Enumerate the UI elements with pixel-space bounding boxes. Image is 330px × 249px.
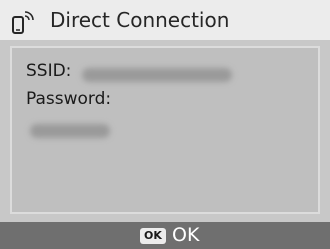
connection-details-panel: SSID: Password: xyxy=(10,46,320,214)
ssid-label: SSID: xyxy=(26,61,72,81)
smartphone-signal-icon xyxy=(10,10,36,36)
ok-button[interactable]: OK xyxy=(172,223,199,247)
screen-title: Direct Connection xyxy=(50,8,230,32)
footer-bar: OK OK xyxy=(0,222,330,249)
ok-key-icon: OK xyxy=(140,228,166,244)
password-value-redacted xyxy=(30,124,110,138)
password-label: Password: xyxy=(26,89,112,109)
title-bar: Direct Connection xyxy=(0,0,330,40)
ssid-value-redacted xyxy=(82,68,232,82)
